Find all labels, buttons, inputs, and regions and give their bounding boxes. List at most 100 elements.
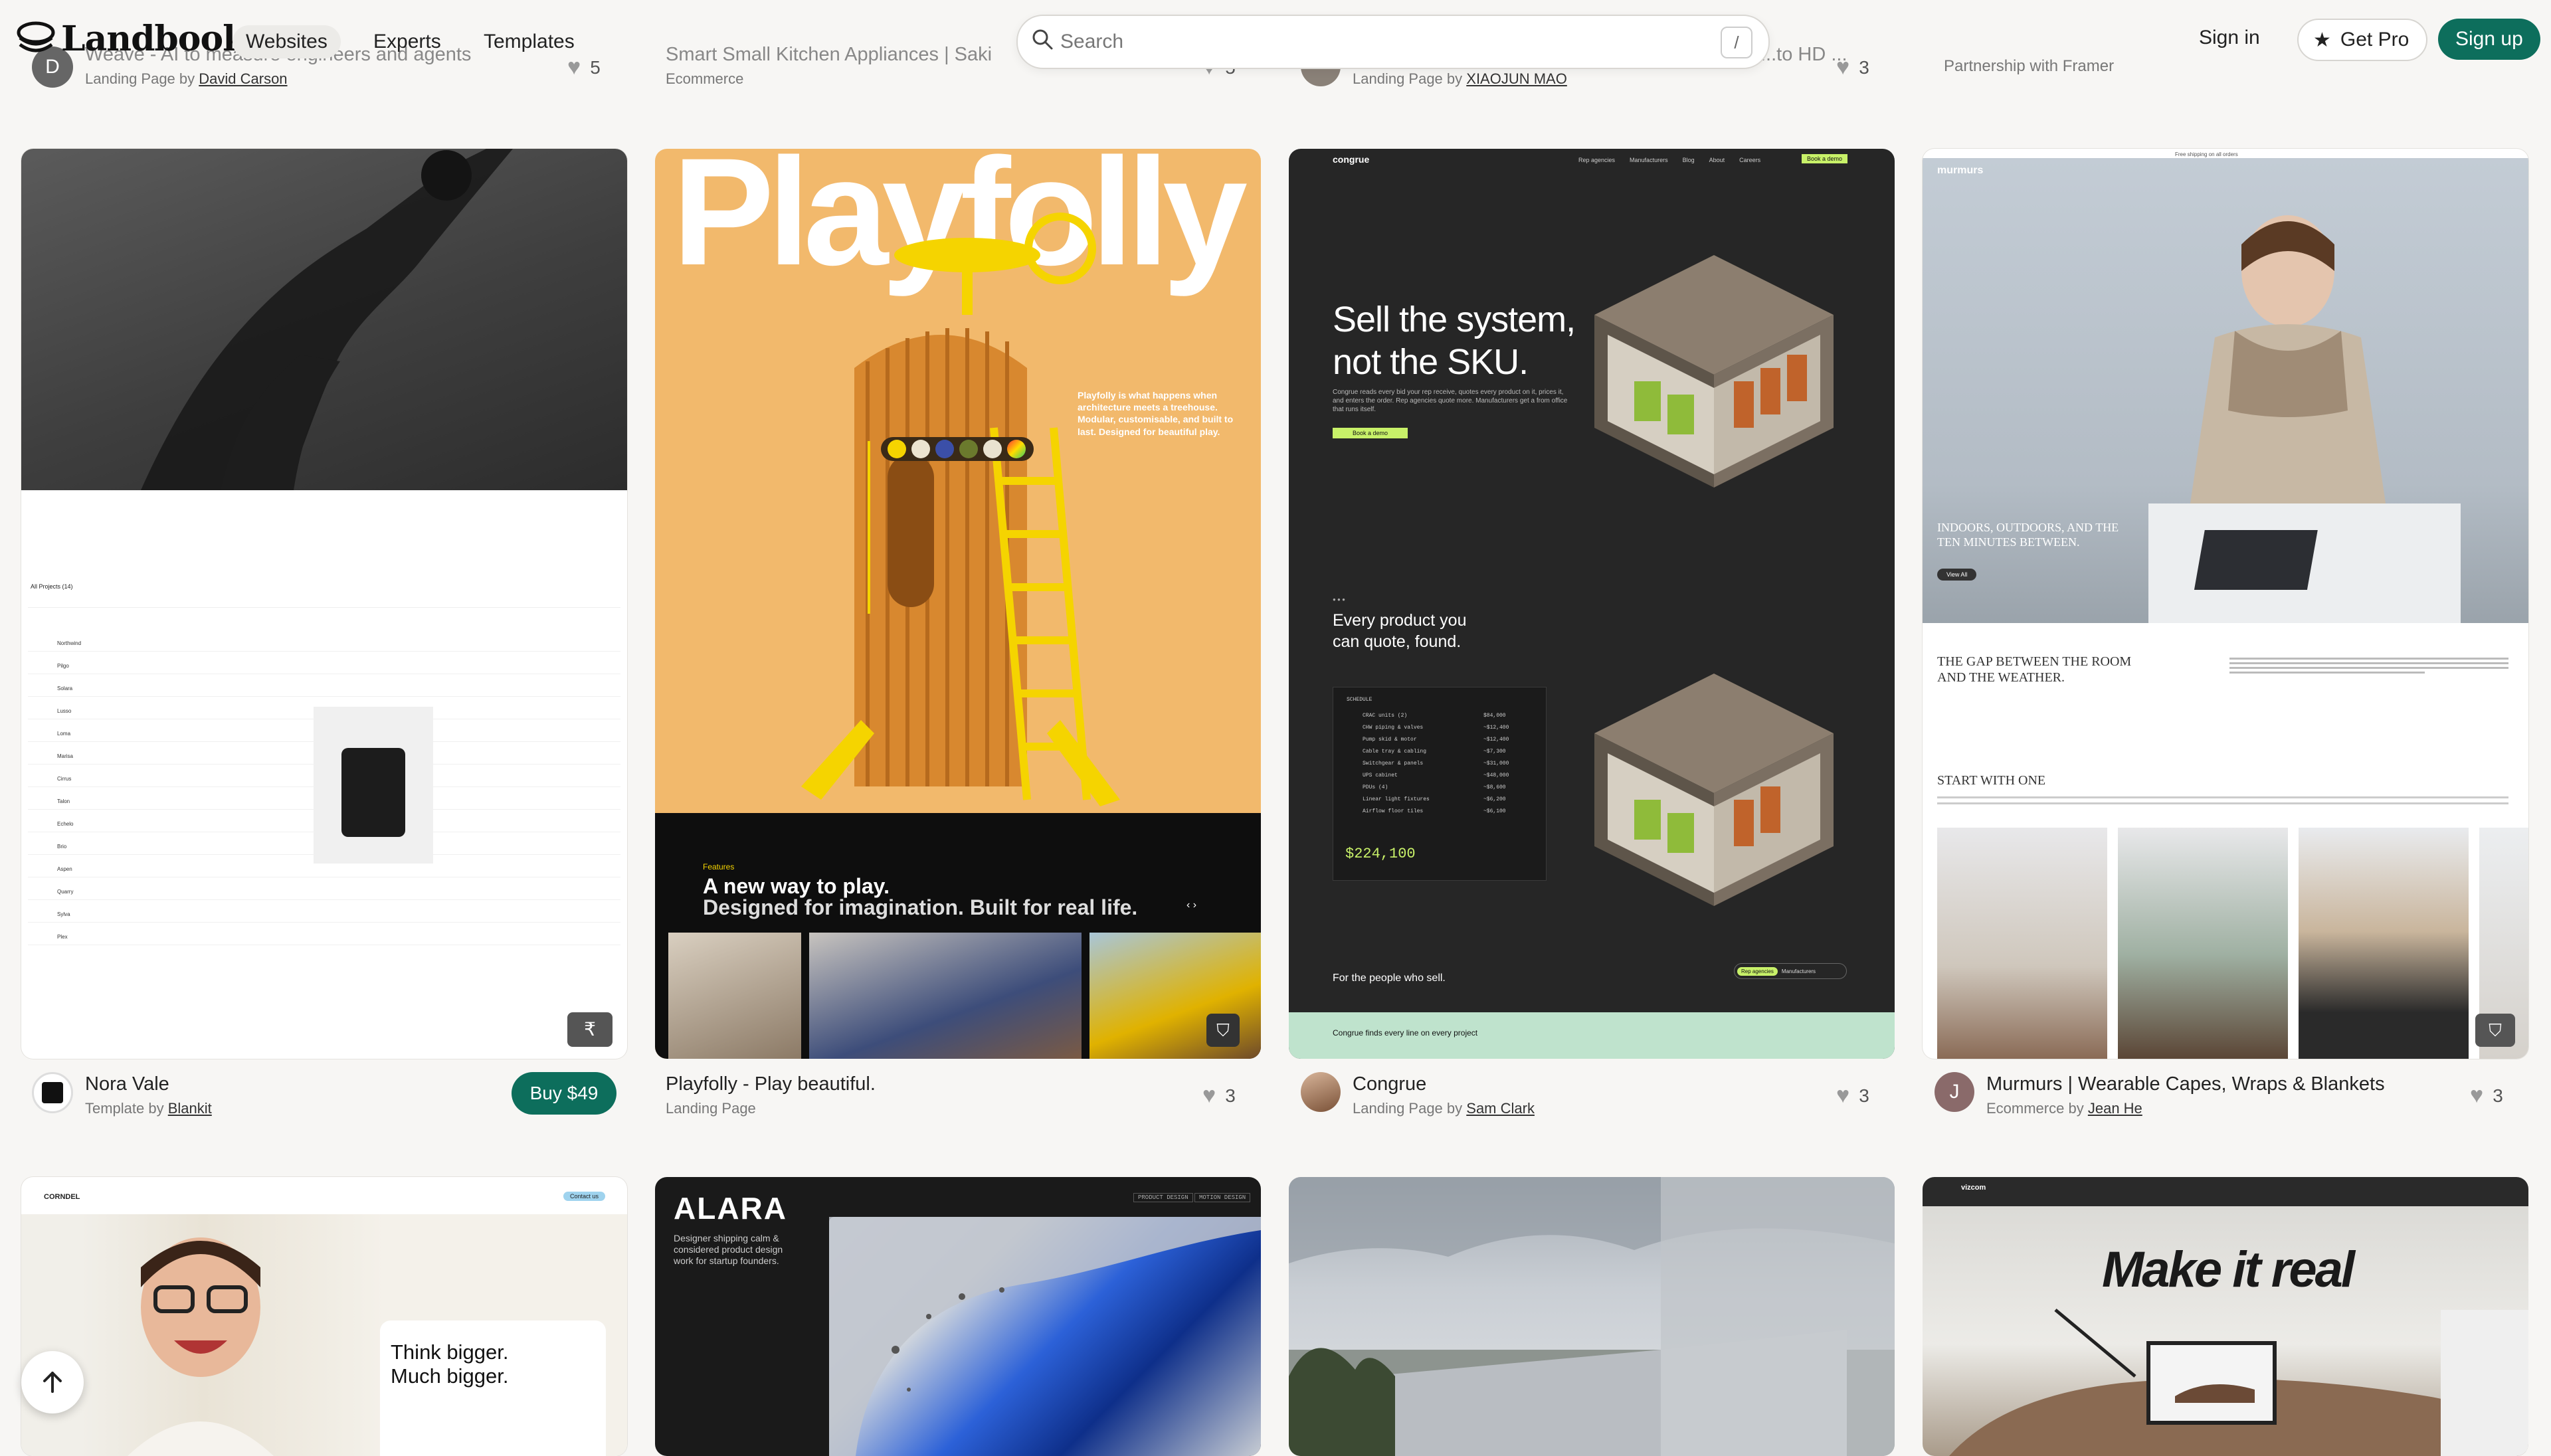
strip-text: Congrue finds every line on every projec… [1333,1028,1478,1038]
card-meta: Landing Page by Sam Clark [1353,1100,1535,1117]
tag-motion-design[interactable]: MOTION DESIGN [1194,1193,1251,1202]
congrue-nav: Rep agencies Manufacturers Blog About Career… [1578,157,1760,163]
swatch-cream[interactable] [911,440,930,458]
features-label: Features [703,862,735,871]
congrue-nav-item[interactable]: Rep agencies [1578,157,1615,163]
project-row[interactable]: Lusso [57,708,71,714]
congrue-nav-item[interactable]: About [1709,157,1725,163]
project-row[interactable]: Echelo [57,821,73,827]
feature-photo [668,933,801,1059]
project-row[interactable]: Solara [57,685,72,691]
view-all-button[interactable]: View All [1937,569,1977,581]
headline-card: Think bigger. Much bigger. [380,1320,606,1456]
bottom-strip: Congrue finds every line on every projec… [1289,1012,1895,1059]
vizcom-headline: Make it real [2102,1241,2355,1298]
swatch-olive[interactable] [959,440,978,458]
sign-up-button[interactable]: Sign up [2438,19,2540,60]
schedule-item: UPS cabinet [1363,773,1398,778]
contact-button[interactable]: Contact us [563,1192,606,1201]
framer-badge-icon[interactable]: ₹ [567,1012,613,1047]
tag-product-design[interactable]: PRODUCT DESIGN [1133,1193,1193,1202]
like-count: 3 [1859,1085,1869,1106]
like-button[interactable]: ♥ 3 [1836,1083,1869,1109]
swatch-yellow[interactable] [888,440,906,458]
project-row[interactable]: Marisa [57,753,73,759]
card-preview[interactable]: vizcom vizcom Make it real [1923,1177,2528,1456]
avatar[interactable] [32,1072,73,1113]
buy-button[interactable]: Buy $49 [512,1072,616,1115]
hero-photo [21,149,627,490]
shopify-badge-icon[interactable]: ⛉ [1206,1014,1240,1047]
carousel-arrows-icon[interactable]: ‹ › [1186,899,1196,911]
playhouse-illustration-icon [801,213,1120,806]
card-preview[interactable]: All Projects (14) Northwind Pilgo Solara Lu… [21,149,627,1059]
card-title[interactable]: Murmurs | Wearable Capes, Wraps & Blanke… [1986,1073,2385,1095]
clay-car-icon [1949,1309,2528,1456]
swatch-blue[interactable] [935,440,954,458]
project-row[interactable]: Northwind [57,640,81,646]
like-button[interactable]: ♥ 3 [2470,1083,2503,1109]
logo[interactable]: Landbook [16,19,246,59]
swatch-multi[interactable] [1007,440,1026,458]
project-row[interactable]: Quarry [57,889,73,895]
project-row[interactable]: Talon [57,798,70,804]
avatar[interactable]: J [1935,1072,1974,1112]
shopify-badge-icon[interactable]: ⛉ [2475,1014,2515,1047]
card-title[interactable]: Nora Vale [85,1073,169,1095]
author-link[interactable]: Sam Clark [1466,1100,1535,1117]
search-bar[interactable]: Search / [1016,15,1770,69]
congrue-nav-item[interactable]: Manufacturers [1630,157,1668,163]
schedule-value: ~$8,600 [1483,784,1506,790]
card-type: Landing Page [666,1100,756,1117]
book-demo-button[interactable]: Book a demo [1333,428,1408,438]
author-link[interactable]: Blankit [168,1100,212,1117]
sign-in-link[interactable]: Sign in [2199,27,2260,49]
congrue-nav-item[interactable]: Blog [1683,157,1695,163]
product-photo [2118,828,2288,1059]
nav-templates[interactable]: Templates [470,25,588,58]
project-row[interactable]: Sylva [57,911,70,917]
model-silhouette-icon [2148,215,2461,623]
section2-title: For the people who sell. [1333,972,1446,984]
card-preview[interactable]: ALARA Designer shipping calm & considere… [655,1177,1261,1456]
author-link[interactable]: Jean He [2088,1100,2142,1117]
project-row[interactable]: Plex [57,934,68,940]
nav-experts[interactable]: Experts [360,25,454,58]
card-title[interactable]: Playfolly - Play beautiful. [666,1073,876,1095]
suitcase-icon [341,748,405,837]
card-title[interactable]: Congrue [1353,1073,1426,1095]
congrue-hero-line2: not the SKU. [1333,342,1529,382]
audience-toggle[interactable]: Rep agencies Manufacturers [1734,963,1847,979]
congrue-nav-item[interactable]: Careers [1739,157,1760,163]
abstract-shape-icon [829,1217,1261,1456]
tab-rep-agencies[interactable]: Rep agencies [1737,966,1778,976]
project-row[interactable]: Pilgo [57,663,69,669]
shipping-banner: Free shipping on all orders [2175,151,2238,157]
row-divider [28,651,620,652]
project-row[interactable]: Brio [57,844,66,850]
color-swatches[interactable] [881,437,1034,461]
playfolly-blurb: Playfolly is what happens when architect… [1078,390,1234,437]
features-section: Features A new way to play. Designed for… [655,813,1261,1059]
card-type: Landing Page by [1353,1100,1463,1117]
search-input[interactable]: Search [1060,31,1123,53]
nav-websites[interactable]: Websites [233,25,341,58]
card-preview[interactable]: Playfolly Playfolly is what happens when [655,149,1261,1059]
nav-cta-button[interactable]: Book a demo [1802,154,1848,163]
project-row[interactable]: Loma [57,731,70,737]
card-preview[interactable]: congrue Rep agencies Manufacturers Blog Abo… [1289,149,1895,1059]
card-preview[interactable] [1289,1177,1895,1456]
get-pro-button[interactable]: ★ Get Pro [2297,19,2428,61]
tab-manufacturers[interactable]: Manufacturers [1782,968,1816,974]
project-row[interactable]: Cirrus [57,776,71,782]
congrue-hero-sub: Congrue reads every bid your rep receive… [1333,389,1568,413]
row-divider [28,899,620,900]
avatar[interactable] [1301,1072,1341,1112]
card-preview[interactable]: Free shipping on all orders murmurs INDO… [1923,149,2528,1059]
project-row[interactable]: Aspen [57,866,72,872]
back-to-top-button[interactable] [21,1351,84,1413]
like-button[interactable]: ♥ 3 [1202,1083,1236,1109]
card-preview[interactable]: CORNDEL Contact us Think bigger. Much bi… [21,1177,627,1456]
swatch-white[interactable] [983,440,1002,458]
schedule-value: ~$48,000 [1483,773,1509,778]
